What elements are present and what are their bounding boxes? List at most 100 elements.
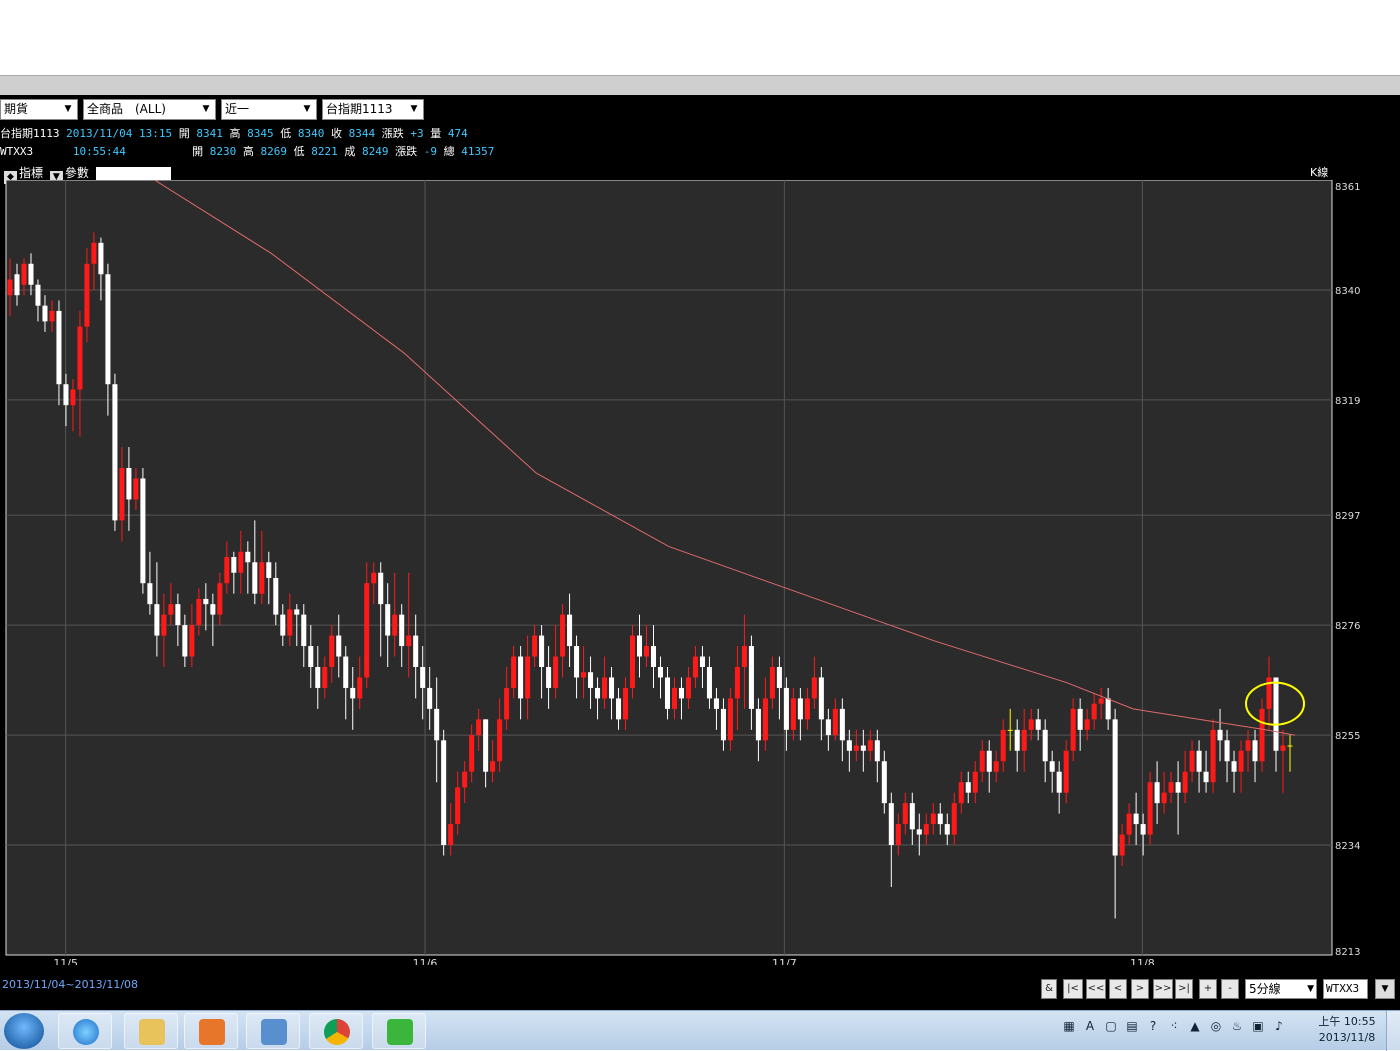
kline-label: K線 [1310,166,1329,179]
candle-body [98,242,104,275]
y-tick-label: 8340 [1335,286,1360,297]
tray-icon-1[interactable]: ▦ [1060,1017,1078,1035]
tray-icon-4[interactable]: ⁖ [1165,1017,1183,1035]
candle-body [832,708,838,736]
date-range-label: 2013/11/04~2013/11/08 [2,978,139,991]
taskbar-app-folder[interactable] [124,1013,178,1049]
candle-body [734,666,740,699]
candle-body [42,305,48,322]
tray-icon-6[interactable]: ♨ [1228,1017,1246,1035]
candle-body [1203,771,1209,783]
dropdown-arrow-icon[interactable]: ▼ [1375,979,1395,999]
tray-icon-3[interactable]: ▤ [1123,1017,1141,1035]
candle-body [441,740,447,846]
candle-body [797,698,803,720]
candle-body [308,646,314,667]
quote1-close: 8344 [348,127,376,140]
candle-body [1196,750,1202,772]
candle-body [1133,813,1139,825]
candle-body [1154,782,1160,804]
tray-icon-5[interactable]: ◎ [1207,1017,1225,1035]
month-select[interactable]: 近一 ▼ [221,99,317,120]
nav-button-8[interactable]: - [1221,979,1239,999]
clock-date: 2013/11/8 [1318,1031,1376,1044]
candle-body [140,478,146,584]
start-button[interactable] [4,1013,44,1049]
nav-button-1[interactable]: |< [1063,979,1083,999]
volume-icon[interactable]: ♪ [1270,1017,1288,1035]
candle-body [343,656,349,688]
taskbar-app-media[interactable] [184,1013,238,1049]
y-tick-label: 8297 [1335,511,1360,522]
nav-button-4[interactable]: > [1131,979,1149,999]
tray-icon-2[interactable]: ▢ [1102,1017,1120,1035]
candle-body [210,604,216,615]
taskbar-app-line[interactable] [372,1013,426,1049]
nav-button-0[interactable]: & [1041,979,1057,999]
candle-body [238,551,244,573]
candle-body [790,698,796,730]
candlestick-chart[interactable]: 8361 8340 8319 8297 8276 8255 8234 8213 11/5 11/6… [0,180,1400,965]
nav-button-6[interactable]: >| [1175,979,1193,999]
taskbar-app-ie[interactable] [58,1013,112,1049]
taskbar-app-chrome[interactable] [309,1013,363,1049]
candle-body [315,666,321,688]
candle-body [399,614,405,647]
type-select[interactable]: 期貨 ▼ [0,99,78,120]
candle-body [371,572,377,584]
quote2-open: 8230 [209,145,237,158]
candle-body [231,557,237,573]
indicator-input[interactable] [96,167,171,181]
nav-button-3[interactable]: < [1109,979,1127,999]
help-icon[interactable]: ? [1144,1017,1162,1035]
quote1-date: 2013/11/04 [66,127,133,140]
indicator-label[interactable]: 指標 [19,166,43,180]
quote2-change-label: 漲跌 [395,145,418,158]
show-desktop-button[interactable] [1386,1011,1400,1051]
candle-body [77,326,83,390]
candle-body [105,274,111,385]
candle-body [322,666,328,688]
symbol-code-input[interactable]: WTXX3 [1323,979,1368,999]
candle-body [560,614,566,657]
quote1-time: 13:15 [138,127,173,140]
clock[interactable]: 上午 10:55 2013/11/8 [1312,1014,1382,1046]
quote2-low-label: 低 [293,145,305,158]
quote1-low-label: 低 [280,127,292,140]
candle-body [902,803,908,825]
nav-button-7[interactable]: + [1199,979,1217,999]
product-select[interactable]: 全商品 (ALL) ▼ [83,99,216,120]
candle-body [1105,698,1111,720]
candle-body [364,583,370,678]
candle-body [175,604,181,626]
candle-body [692,656,698,678]
period-select[interactable]: 5分線 ▼ [1245,979,1317,999]
candle-body [91,242,97,264]
ie-icon [73,1019,99,1045]
candle-body [755,708,761,741]
tray-icon-a[interactable]: A [1081,1017,1099,1035]
quote2-low: 8221 [311,145,338,158]
period-select-value: 5分線 [1249,982,1281,996]
quote1-vol-label: 量 [430,127,442,140]
params-label[interactable]: 參數 [65,166,89,180]
candle-body [1140,824,1146,835]
candle-body [1091,703,1097,720]
candle-body [357,677,363,699]
candle-body [595,687,601,699]
candle-body [35,284,41,306]
candle-body [839,708,845,741]
nav-button-5[interactable]: >> [1153,979,1173,999]
network-icon[interactable]: ▣ [1249,1017,1267,1035]
candle-body [469,735,475,772]
taskbar-app-tool[interactable] [246,1013,300,1049]
candle-body [1238,750,1244,772]
candle-body [853,745,859,751]
candle-body [895,824,901,846]
nav-button-2[interactable]: << [1086,979,1106,999]
x-tick-label: 11/8 [1130,957,1155,965]
candle-body [776,666,782,688]
tray-expand-icon[interactable]: ▲ [1186,1017,1204,1035]
symbol-select[interactable]: 台指期1113 ▼ [322,99,424,120]
candle-body [553,656,559,688]
